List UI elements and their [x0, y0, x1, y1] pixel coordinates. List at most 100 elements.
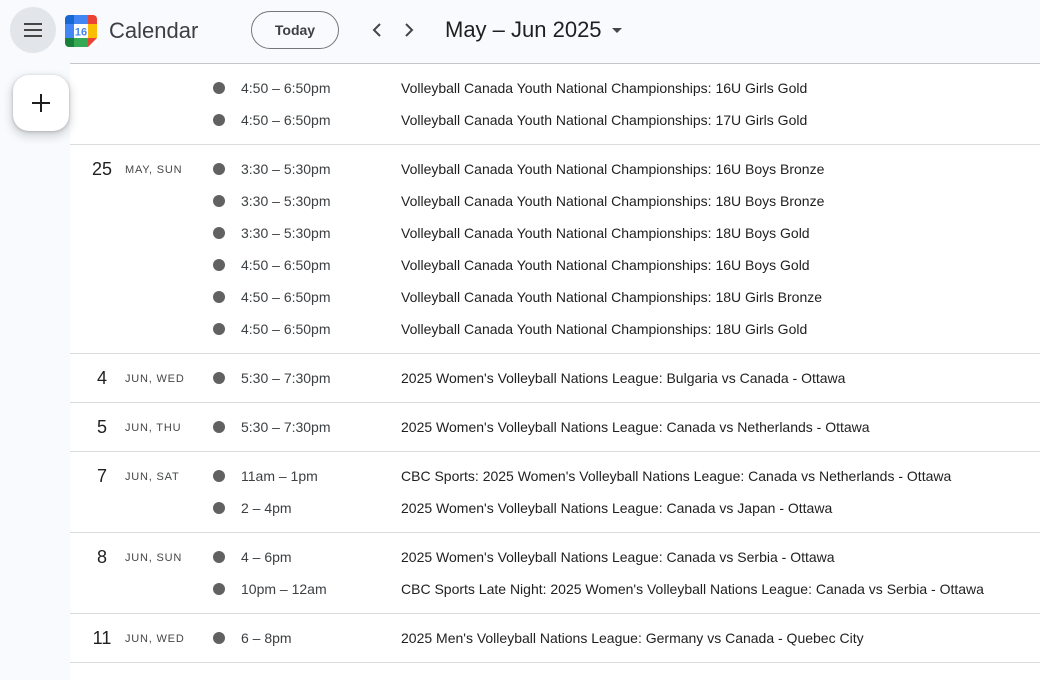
hamburger-menu-icon	[24, 23, 42, 37]
event-item[interactable]: 4:50 – 6:50pm Volleyball Canada Youth Nat…	[70, 72, 1040, 104]
event-color-dot-icon	[213, 421, 225, 433]
event-color-dot-icon	[213, 291, 225, 303]
day-group: 5 JUN, THU 5:30 – 7:30pm 2025 Women's Volle…	[70, 403, 1040, 452]
event-item[interactable]: 3:30 – 5:30pm Volleyball Canada Youth Nat…	[70, 185, 1040, 217]
day-header[interactable]: 11 JUN, WED	[70, 622, 210, 654]
event-color-dot-icon	[213, 323, 225, 335]
event-color-dot-icon	[213, 632, 225, 644]
event-title: 2025 Women's Volleyball Nations League: …	[401, 370, 846, 386]
event-item[interactable]: 3:30 – 5:30pm Volleyball Canada Youth Nat…	[70, 153, 1040, 185]
event-title: Volleyball Canada Youth National Champio…	[401, 225, 810, 241]
logo-day-number: 16	[75, 27, 87, 39]
event-color-dot-icon	[213, 82, 225, 94]
event-time: 2 – 4pm	[241, 500, 292, 516]
event-color-dot-icon	[213, 502, 225, 514]
day-label: JUN, WED	[125, 633, 185, 645]
day-number[interactable]: 4	[92, 367, 112, 389]
schedule-list[interactable]: 3:30 – 5:30pm Volleyball Canada Youth Nat…	[70, 40, 1040, 680]
today-button[interactable]: Today	[251, 11, 339, 49]
event-title: Volleyball Canada Youth National Champio…	[401, 161, 825, 177]
day-number[interactable]: 5	[92, 416, 112, 438]
event-item[interactable]: 5:30 – 7:30pm 2025 Women's Volleyball Nat…	[70, 362, 1040, 394]
event-time: 10pm – 12am	[241, 581, 327, 597]
day-group: 8 JUN, SUN 4 – 6pm 2025 Women's Volleyball …	[70, 533, 1040, 614]
event-color-dot-icon	[213, 259, 225, 271]
event-time: 3:30 – 5:30pm	[241, 161, 331, 177]
event-time: 5:30 – 7:30pm	[241, 370, 331, 386]
day-label: MAY, SUN	[125, 164, 183, 176]
event-title: Volleyball Canada Youth National Champio…	[401, 80, 808, 96]
previous-period-button[interactable]	[363, 16, 391, 44]
event-time: 4 – 6pm	[241, 549, 292, 565]
event-item[interactable]: 11am – 1pm CBC Sports: 2025 Women's Volle…	[70, 460, 1040, 492]
main-menu-button[interactable]	[10, 7, 56, 53]
event-time: 4:50 – 6:50pm	[241, 321, 331, 337]
event-time: 4:50 – 6:50pm	[241, 257, 331, 273]
event-time: 4:50 – 6:50pm	[241, 80, 331, 96]
event-item[interactable]: 2 – 4pm 2025 Women's Volleyball Nations L…	[70, 492, 1040, 524]
date-range-label: May – Jun 2025	[445, 17, 602, 42]
plus-icon	[32, 94, 50, 112]
event-item[interactable]: 5:30 – 7:30pm 2025 Women's Volleyball Nat…	[70, 411, 1040, 443]
event-item[interactable]: 4 – 6pm 2025 Women's Volleyball Nations L…	[70, 541, 1040, 573]
event-item[interactable]: 6 – 8pm 2025 Men's Volleyball Nations Lea…	[70, 622, 1040, 654]
event-item[interactable]: 3:30 – 5:30pm Volleyball Canada Youth Nat…	[70, 217, 1040, 249]
day-header[interactable]: 25 MAY, SUN	[70, 153, 210, 185]
event-title: Volleyball Canada Youth National Champio…	[401, 193, 825, 209]
event-color-dot-icon	[213, 163, 225, 175]
app-title: Calendar	[109, 18, 199, 43]
event-title: 2025 Women's Volleyball Nations League: …	[401, 549, 835, 565]
event-time: 6 – 8pm	[241, 630, 292, 646]
day-group: 7 JUN, SAT 11am – 1pm CBC Sports: 2025 Wome…	[70, 452, 1040, 533]
event-time: 5:30 – 7:30pm	[241, 419, 331, 435]
header-divider	[70, 63, 1040, 64]
event-time: 11am – 1pm	[241, 468, 318, 484]
day-header[interactable]: 7 JUN, SAT	[70, 460, 210, 492]
day-group: 25 MAY, SUN 3:30 – 5:30pm Volleyball Canada…	[70, 145, 1040, 354]
top-app-bar: 16 Calendar Today May – Jun 2025	[0, 0, 1040, 63]
day-header[interactable]: 4 JUN, WED	[70, 362, 210, 394]
day-number[interactable]: 7	[92, 465, 112, 487]
event-time: 4:50 – 6:50pm	[241, 289, 331, 305]
event-title: CBC Sports Late Night: 2025 Women's Voll…	[401, 581, 984, 597]
event-color-dot-icon	[213, 583, 225, 595]
day-header[interactable]: 8 JUN, SUN	[70, 541, 210, 573]
date-range-picker[interactable]: May – Jun 2025	[445, 15, 622, 45]
event-item[interactable]: 4:50 – 6:50pm Volleyball Canada Youth Nat…	[70, 249, 1040, 281]
event-color-dot-icon	[213, 195, 225, 207]
event-item[interactable]: 4:50 – 6:50pm Volleyball Canada Youth Nat…	[70, 281, 1040, 313]
chevron-right-icon	[405, 23, 414, 37]
day-label: JUN, THU	[125, 422, 182, 434]
schedule-days: 3:30 – 5:30pm Volleyball Canada Youth Nat…	[70, 40, 1040, 663]
day-label: JUN, SUN	[125, 552, 183, 564]
event-item[interactable]: 10pm – 12am CBC Sports Late Night: 2025 W…	[70, 573, 1040, 605]
chevron-left-icon	[372, 23, 381, 37]
event-color-dot-icon	[213, 114, 225, 126]
day-label: JUN, WED	[125, 373, 185, 385]
event-item[interactable]: 4:50 – 6:50pm Volleyball Canada Youth Nat…	[70, 313, 1040, 345]
event-time: 3:30 – 5:30pm	[241, 193, 331, 209]
next-period-button[interactable]	[395, 16, 423, 44]
event-color-dot-icon	[213, 551, 225, 563]
event-item[interactable]: 4:50 – 6:50pm Volleyball Canada Youth Nat…	[70, 104, 1040, 136]
day-number[interactable]: 11	[92, 627, 112, 649]
calendar-logo-icon: 16	[65, 15, 97, 47]
event-time: 3:30 – 5:30pm	[241, 225, 331, 241]
caret-down-icon	[611, 28, 622, 33]
day-label: JUN, SAT	[125, 471, 180, 483]
day-header[interactable]: 5 JUN, THU	[70, 411, 210, 443]
day-group: 11 JUN, WED 6 – 8pm 2025 Men's Volleyball N…	[70, 614, 1040, 663]
day-number[interactable]: 25	[92, 158, 112, 180]
event-title: Volleyball Canada Youth National Champio…	[401, 112, 808, 128]
day-group: 4 JUN, WED 5:30 – 7:30pm 2025 Women's Volle…	[70, 354, 1040, 403]
day-number[interactable]: 8	[92, 546, 112, 568]
event-title: Volleyball Canada Youth National Champio…	[401, 257, 810, 273]
event-title: 2025 Women's Volleyball Nations League: …	[401, 500, 833, 516]
event-title: 2025 Men's Volleyball Nations League: Ge…	[401, 630, 864, 646]
event-title: Volleyball Canada Youth National Champio…	[401, 289, 823, 305]
event-color-dot-icon	[213, 227, 225, 239]
create-event-button[interactable]	[13, 75, 69, 131]
event-color-dot-icon	[213, 372, 225, 384]
event-title: 2025 Women's Volleyball Nations League: …	[401, 419, 870, 435]
event-title: CBC Sports: 2025 Women's Volleyball Nati…	[401, 468, 952, 484]
